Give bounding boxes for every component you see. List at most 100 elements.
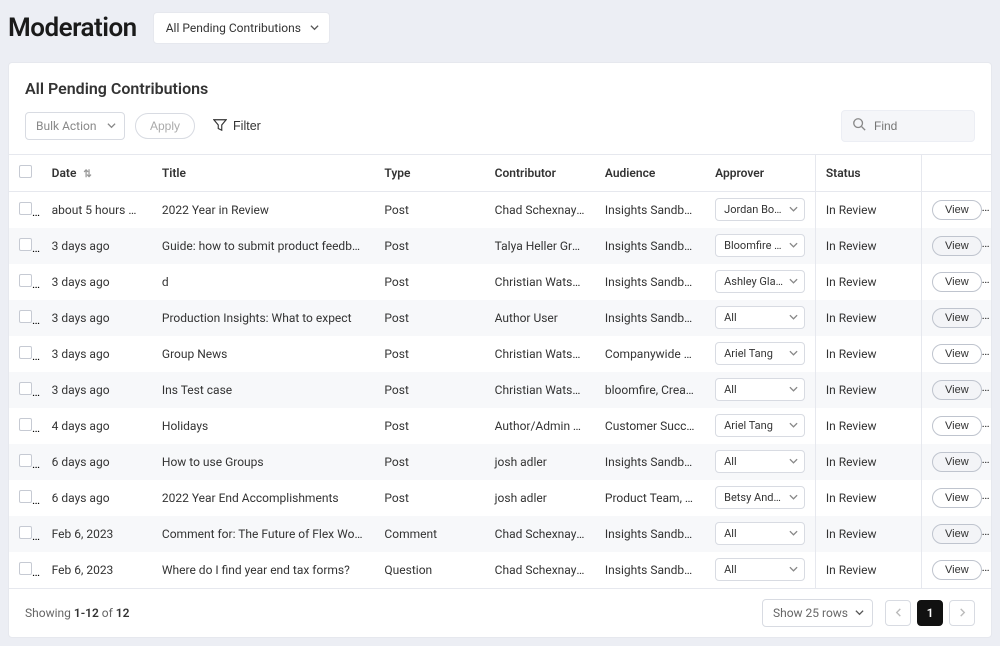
- cell-status: In Review: [815, 228, 921, 264]
- cell-status: In Review: [815, 480, 921, 516]
- column-header-audience[interactable]: Audience: [595, 155, 705, 192]
- approver-label: All: [724, 383, 737, 396]
- column-header-date[interactable]: Date ⇅: [42, 155, 152, 192]
- filter-label: Filter: [233, 119, 261, 133]
- moderation-card: All Pending Contributions Bulk Action Ap…: [8, 62, 992, 638]
- contributions-table: Date ⇅ Title Type Contributor Audience A…: [9, 154, 991, 588]
- column-header-status[interactable]: Status: [815, 155, 921, 192]
- cell-date: 3 days ago: [42, 228, 152, 264]
- table-row: Feb 6, 2023Comment for: The Future of Fl…: [9, 516, 991, 552]
- row-checkbox[interactable]: [19, 274, 32, 287]
- filter-button[interactable]: Filter: [205, 113, 269, 140]
- table-row: 3 days agoGuide: how to submit product f…: [9, 228, 991, 264]
- cell-audience: Customer Success, I...: [595, 408, 705, 444]
- cell-contributor: Christian Watson: [485, 372, 595, 408]
- row-checkbox[interactable]: [19, 526, 32, 539]
- filter-icon: [213, 118, 227, 135]
- chevron-down-icon: [855, 606, 864, 620]
- approver-select[interactable]: Betsy Anderson: [715, 486, 805, 509]
- column-header-approver[interactable]: Approver: [705, 155, 815, 192]
- row-checkbox[interactable]: [19, 346, 32, 359]
- table-row: 6 days ago2022 Year End AccomplishmentsP…: [9, 480, 991, 516]
- table-row: 3 days agoIns Test casePostChristian Wat…: [9, 372, 991, 408]
- row-checkbox[interactable]: [19, 382, 32, 395]
- view-button[interactable]: View: [932, 308, 982, 328]
- view-button[interactable]: View: [932, 380, 982, 400]
- view-button[interactable]: View: [932, 344, 982, 364]
- view-button[interactable]: View: [932, 488, 982, 508]
- view-selector[interactable]: All Pending Contributions: [153, 12, 330, 44]
- approver-label: Ariel Tang: [724, 419, 773, 432]
- cell-audience: bloomfire, Creating ...: [595, 372, 705, 408]
- row-checkbox[interactable]: [19, 238, 32, 251]
- view-button[interactable]: View: [932, 560, 982, 580]
- cell-date: Feb 6, 2023: [42, 552, 152, 588]
- chevron-down-icon: [789, 419, 798, 432]
- cell-audience: Companywide Polici...: [595, 336, 705, 372]
- column-header-type[interactable]: Type: [374, 155, 484, 192]
- table-row: 3 days agoGroup NewsPostChristian Watson…: [9, 336, 991, 372]
- approver-label: All: [724, 311, 737, 324]
- cell-status: In Review: [815, 300, 921, 336]
- cell-contributor: Talya Heller Greenbe...: [485, 228, 595, 264]
- approver-select[interactable]: All: [715, 378, 805, 401]
- view-button[interactable]: View: [932, 452, 982, 472]
- cell-type: Post: [374, 228, 484, 264]
- cell-audience: Insights Sandbox: [595, 552, 705, 588]
- approver-label: Ariel Tang: [724, 347, 773, 360]
- pager-page-1[interactable]: 1: [917, 600, 943, 626]
- pager-prev-button[interactable]: [885, 600, 911, 626]
- cell-audience: Insights Sandbox: [595, 444, 705, 480]
- table-row: Feb 6, 2023Where do I find year end tax …: [9, 552, 991, 588]
- bulk-action-select[interactable]: Bulk Action: [25, 112, 125, 140]
- view-button[interactable]: View: [932, 200, 982, 220]
- cell-title: 2022 Year in Review: [152, 192, 375, 228]
- chevron-down-icon: [789, 455, 798, 468]
- row-checkbox[interactable]: [19, 454, 32, 467]
- row-checkbox[interactable]: [19, 418, 32, 431]
- sort-icon: ⇅: [83, 169, 91, 180]
- select-all-checkbox[interactable]: [19, 165, 32, 178]
- approver-select[interactable]: All: [715, 522, 805, 545]
- cell-date: 6 days ago: [42, 444, 152, 480]
- cell-type: Question: [374, 552, 484, 588]
- column-header-contributor[interactable]: Contributor: [485, 155, 595, 192]
- cell-status: In Review: [815, 336, 921, 372]
- cell-status: In Review: [815, 264, 921, 300]
- cell-contributor: Chad Schexnayder: [485, 516, 595, 552]
- approver-select[interactable]: All: [715, 306, 805, 329]
- column-header-title[interactable]: Title: [152, 155, 375, 192]
- approver-select[interactable]: Bloomfire Amb...: [715, 234, 805, 257]
- row-checkbox[interactable]: [19, 202, 32, 215]
- chevron-down-icon: [789, 383, 798, 396]
- cell-audience: Insights Sandbox: [595, 192, 705, 228]
- table-row: about 5 hours ago2022 Year in ReviewPost…: [9, 192, 991, 228]
- cell-contributor: Christian Watson: [485, 336, 595, 372]
- apply-button[interactable]: Apply: [135, 113, 195, 139]
- cell-audience: Insights Sandbox: [595, 264, 705, 300]
- search-input[interactable]: [874, 119, 964, 133]
- view-button[interactable]: View: [932, 524, 982, 544]
- search-box[interactable]: [841, 110, 975, 142]
- cell-status: In Review: [815, 516, 921, 552]
- view-button[interactable]: View: [932, 416, 982, 436]
- approver-select[interactable]: All: [715, 450, 805, 473]
- cell-contributor: Chad Schexnayder: [485, 192, 595, 228]
- rows-per-page-select[interactable]: Show 25 rows: [762, 599, 873, 627]
- chevron-down-icon: [310, 21, 319, 35]
- chevron-down-icon: [789, 491, 798, 504]
- approver-select[interactable]: Ashley Gladden: [715, 270, 805, 293]
- view-button[interactable]: View: [932, 272, 982, 292]
- view-button[interactable]: View: [932, 236, 982, 256]
- approver-select[interactable]: Ariel Tang: [715, 342, 805, 365]
- row-checkbox[interactable]: [19, 562, 32, 575]
- approver-select[interactable]: Jordan Boyson: [715, 198, 805, 221]
- row-checkbox[interactable]: [19, 490, 32, 503]
- chevron-down-icon: [789, 347, 798, 360]
- row-checkbox[interactable]: [19, 310, 32, 323]
- approver-select[interactable]: All: [715, 558, 805, 581]
- cell-title: Production Insights: What to expect: [152, 300, 375, 336]
- approver-select[interactable]: Ariel Tang: [715, 414, 805, 437]
- cell-type: Post: [374, 480, 484, 516]
- pager-next-button[interactable]: [949, 600, 975, 626]
